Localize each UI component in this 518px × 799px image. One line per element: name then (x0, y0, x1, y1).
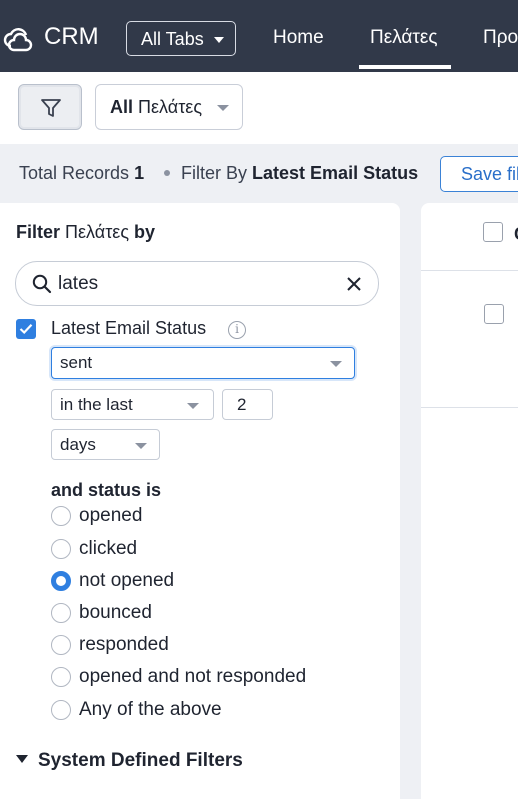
caret-down-icon (214, 37, 224, 43)
active-filter-summary: Filter By Latest Email Status (181, 163, 418, 184)
radio-icon[interactable] (51, 539, 71, 559)
nav-tab-home[interactable]: Home (273, 27, 324, 49)
nav-tab-customers[interactable]: Πελάτες (370, 27, 438, 49)
records-table: C (421, 203, 518, 799)
caret-down-icon (330, 361, 342, 367)
caret-down-icon (187, 403, 199, 409)
view-select-module: Πελάτες (138, 97, 202, 117)
title-suffix: by (134, 222, 156, 242)
total-records-label: Total Records (19, 163, 130, 183)
collapse-triangle-icon (16, 755, 28, 763)
filter-by-label: Filter By (181, 163, 248, 183)
status-option-label: opened (79, 505, 143, 526)
time-unit-value: days (60, 435, 96, 454)
filter-by-value: Latest Email Status (252, 163, 419, 183)
radio-icon[interactable] (51, 667, 71, 687)
filter-search-input[interactable] (58, 272, 338, 296)
field-label-latest-email-status[interactable]: Latest Email Status (51, 318, 206, 339)
status-heading: and status is (51, 480, 162, 500)
time-range-value: in the last (60, 395, 133, 414)
active-tab-indicator (359, 65, 451, 69)
cloud-logo-icon[interactable] (2, 24, 36, 52)
clear-x-icon[interactable] (346, 276, 362, 292)
title-module: Πελάτες (65, 222, 129, 242)
caret-down-icon (217, 105, 229, 111)
status-option-label: bounced (79, 602, 152, 623)
filter-funnel-icon (41, 99, 61, 117)
view-select[interactable]: All Πελάτες (95, 84, 243, 130)
radio-icon[interactable] (51, 506, 71, 526)
row-checkbox[interactable] (484, 304, 504, 324)
all-tabs-button[interactable]: All Tabs (126, 21, 236, 56)
title-prefix: Filter (16, 222, 61, 242)
top-nav-bar: CRM All Tabs Home Πελάτες Προ (0, 0, 518, 72)
radio-icon[interactable] (51, 635, 71, 655)
time-unit-select[interactable]: days (51, 429, 160, 460)
radio-selected-icon[interactable] (51, 571, 71, 591)
records-info-bar: Total Records 1 Filter By Latest Email S… (0, 144, 518, 200)
table-header-row: C (421, 203, 518, 271)
search-icon (32, 274, 52, 294)
time-range-number-input[interactable]: 2 (222, 389, 273, 420)
app-name[interactable]: CRM (44, 23, 99, 51)
list-toolbar: All Πελάτες (0, 72, 518, 144)
email-action-value: sent (60, 353, 93, 372)
time-range-select[interactable]: in the last (51, 389, 214, 420)
all-tabs-label: All Tabs (141, 29, 204, 49)
filter-search-box (15, 261, 379, 306)
column-header-fragment[interactable]: C (514, 224, 518, 245)
view-select-bold: All (110, 97, 134, 117)
system-defined-filters-toggle[interactable]: System Defined Filters (16, 750, 243, 772)
filter-toggle-button[interactable] (18, 84, 82, 130)
info-icon[interactable]: i (228, 321, 246, 339)
nav-tab-truncated[interactable]: Προ (483, 27, 518, 49)
filter-panel-title: Filter Πελάτες by (16, 222, 155, 243)
status-option-label: Any of the above (79, 699, 222, 720)
email-action-select[interactable]: sent (51, 347, 355, 379)
caret-down-icon (135, 443, 147, 449)
total-records: Total Records 1 (19, 163, 144, 184)
status-option-label: responded (79, 634, 169, 655)
total-records-count: 1 (134, 163, 145, 183)
filter-panel: Filter Πελάτες by Latest Email Status i … (0, 203, 400, 799)
system-defined-filters-label: System Defined Filters (38, 750, 243, 771)
save-filter-button[interactable]: Save fil (440, 156, 518, 192)
separator-dot (164, 170, 170, 176)
status-option-label: opened and not responded (79, 666, 307, 687)
radio-icon[interactable] (51, 603, 71, 623)
checkbox-checked-icon[interactable] (16, 319, 36, 339)
radio-icon[interactable] (51, 700, 71, 720)
table-row[interactable] (421, 271, 518, 408)
status-option-label: clicked (79, 538, 138, 559)
status-option-label: not opened (79, 570, 175, 591)
select-all-checkbox[interactable] (483, 222, 503, 242)
